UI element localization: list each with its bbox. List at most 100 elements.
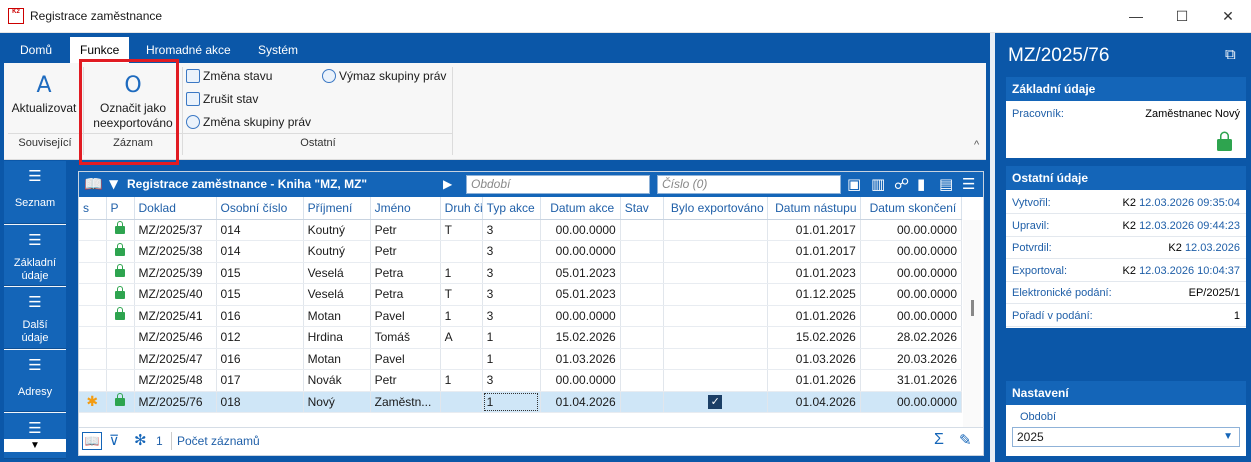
- cell-exported[interactable]: [663, 262, 768, 284]
- cell-exported[interactable]: [663, 219, 768, 241]
- cancel-state-button[interactable]: Zrušit stav: [186, 89, 258, 109]
- cell-prijmeni[interactable]: Nový: [303, 391, 371, 413]
- play-icon[interactable]: ▶: [443, 177, 452, 191]
- col-header[interactable]: s: [79, 197, 107, 220]
- cell-datum_akce[interactable]: 05.01.2023: [540, 262, 621, 284]
- table-row[interactable]: MZ/2025/47 016 Motan Pavel 1 01.03.2026 01.03.…: [79, 348, 963, 370]
- cell-stav[interactable]: [620, 391, 664, 413]
- cell-end-date[interactable]: 00.00.0000: [860, 262, 963, 284]
- cell-jmeno[interactable]: Petra: [370, 283, 441, 306]
- cell-start-date[interactable]: 01.12.2025: [767, 283, 861, 306]
- cell-exported[interactable]: [663, 348, 768, 370]
- cell-doklad[interactable]: MZ/2025/41: [134, 305, 217, 327]
- tab-home[interactable]: Domů: [10, 37, 62, 63]
- cell-stav[interactable]: [620, 369, 664, 392]
- cell-datum_akce[interactable]: 00.00.0000: [540, 305, 621, 327]
- cell-start-date[interactable]: 01.01.2023: [767, 262, 861, 284]
- cell-prijmeni[interactable]: Koutný: [303, 240, 371, 263]
- col-header[interactable]: Datum skončení: [860, 197, 963, 220]
- cell-jmeno[interactable]: Petra: [370, 262, 441, 284]
- cell-stav[interactable]: [620, 305, 664, 327]
- table-row[interactable]: MZ/2025/38 014 Koutný Petr 3 00.00.0000 01.01.…: [79, 240, 963, 263]
- cell-typ[interactable]: 3: [482, 283, 541, 306]
- export-icon[interactable]: ▤: [939, 175, 953, 193]
- cell-oc[interactable]: 016: [216, 348, 304, 370]
- cell-jmeno[interactable]: Petr: [370, 369, 441, 392]
- cell-end-date[interactable]: 31.01.2026: [860, 369, 963, 392]
- book-icon[interactable]: 📖: [84, 175, 103, 193]
- col-header[interactable]: Příjmení: [303, 197, 371, 220]
- cell-jmeno[interactable]: Petr: [370, 219, 441, 241]
- maximize-button[interactable]: ☐: [1159, 0, 1205, 32]
- cell-doklad[interactable]: MZ/2025/46: [134, 326, 217, 349]
- cell-druh[interactable]: 1: [440, 305, 483, 327]
- cell-end-date[interactable]: 20.03.2026: [860, 348, 963, 370]
- popout-icon[interactable]: ⧉: [1225, 46, 1236, 63]
- cell-prijmeni[interactable]: Novák: [303, 369, 371, 392]
- col-header[interactable]: Datum akce: [540, 197, 621, 220]
- change-rights-group-button[interactable]: Změna skupiny práv: [186, 112, 311, 132]
- cell-exported[interactable]: [663, 326, 768, 349]
- cell-exported[interactable]: ✓: [663, 391, 768, 413]
- edit-icon[interactable]: ✎: [959, 431, 972, 449]
- print-icon[interactable]: ▣: [847, 175, 861, 193]
- cell-exported[interactable]: [663, 283, 768, 306]
- menu-icon[interactable]: ☰: [962, 175, 975, 193]
- nav-item-more[interactable]: ☰ ▼: [4, 413, 66, 459]
- cell-oc[interactable]: 014: [216, 219, 304, 241]
- cell-druh[interactable]: T: [440, 219, 483, 241]
- col-header[interactable]: Osobní číslo: [216, 197, 304, 220]
- cell-oc[interactable]: 016: [216, 305, 304, 327]
- col-header[interactable]: Typ akce: [482, 197, 541, 220]
- sum-icon[interactable]: Σ: [934, 431, 944, 449]
- cell-datum_akce[interactable]: 00.00.0000: [540, 240, 621, 263]
- cell-oc[interactable]: 015: [216, 283, 304, 306]
- table-row[interactable]: ✱ MZ/2025/76 018 Nový Zaměstn... 1 01.04.2026 ✓…: [79, 391, 963, 413]
- cell-start-date[interactable]: 01.03.2026: [767, 348, 861, 370]
- cell-typ[interactable]: 1: [482, 326, 541, 349]
- cell-oc[interactable]: 015: [216, 262, 304, 284]
- cell-druh[interactable]: A: [440, 326, 483, 349]
- table-row[interactable]: MZ/2025/37 014 Koutný Petr T 3 00.00.0000 01.01…: [79, 219, 963, 241]
- cell-typ[interactable]: 3: [482, 240, 541, 263]
- cell-oc[interactable]: 017: [216, 369, 304, 392]
- nav-item-list[interactable]: ☰ Seznam: [4, 161, 66, 224]
- cell-exported[interactable]: [663, 240, 768, 263]
- cell-end-date[interactable]: 00.00.0000: [860, 283, 963, 306]
- snowflake-icon[interactable]: ✻: [134, 431, 147, 449]
- cell-start-date[interactable]: 01.01.2026: [767, 305, 861, 327]
- cell-exported[interactable]: [663, 305, 768, 327]
- cell-jmeno[interactable]: Zaměstn...: [370, 391, 441, 413]
- cell-stav[interactable]: [620, 326, 664, 349]
- cell-druh[interactable]: [440, 240, 483, 263]
- cell-prijmeni[interactable]: Motan: [303, 348, 371, 370]
- cell-druh[interactable]: [440, 348, 483, 370]
- cell-jmeno[interactable]: Tomáš: [370, 326, 441, 349]
- cell-end-date[interactable]: 00.00.0000: [860, 305, 963, 327]
- cell-druh[interactable]: [440, 391, 483, 413]
- cell-stav[interactable]: [620, 262, 664, 284]
- cell-druh[interactable]: 1: [440, 369, 483, 392]
- refresh-button[interactable]: A Aktualizovat: [8, 69, 80, 116]
- cell-stav[interactable]: [620, 348, 664, 370]
- col-header[interactable]: Bylo exportováno: [663, 197, 768, 220]
- cell-start-date[interactable]: 01.01.2017: [767, 240, 861, 263]
- cell-oc[interactable]: 014: [216, 240, 304, 263]
- cell-doklad[interactable]: MZ/2025/47: [134, 348, 217, 370]
- cell-prijmeni[interactable]: Veselá: [303, 262, 371, 284]
- cell-prijmeni[interactable]: Veselá: [303, 283, 371, 306]
- chevron-down-icon[interactable]: ▼: [109, 177, 118, 191]
- filter-icon[interactable]: ⊽: [109, 432, 119, 449]
- cell-end-date[interactable]: 00.00.0000: [860, 240, 963, 263]
- cell-start-date[interactable]: 01.01.2017: [767, 219, 861, 241]
- cell-doklad[interactable]: MZ/2025/76: [134, 391, 217, 413]
- cell-typ[interactable]: 3: [482, 369, 541, 392]
- cell-jmeno[interactable]: Pavel: [370, 305, 441, 327]
- cell-datum_akce[interactable]: 01.04.2026: [540, 391, 621, 413]
- table-row[interactable]: MZ/2025/39 015 Veselá Petra 1 3 05.01.2023 01.0…: [79, 262, 963, 284]
- cell-oc[interactable]: 012: [216, 326, 304, 349]
- col-header[interactable]: Jméno: [370, 197, 441, 220]
- number-filter-input[interactable]: Číslo (0): [657, 175, 841, 194]
- cell-start-date[interactable]: 01.01.2026: [767, 369, 861, 392]
- tab-system[interactable]: Systém: [248, 37, 308, 63]
